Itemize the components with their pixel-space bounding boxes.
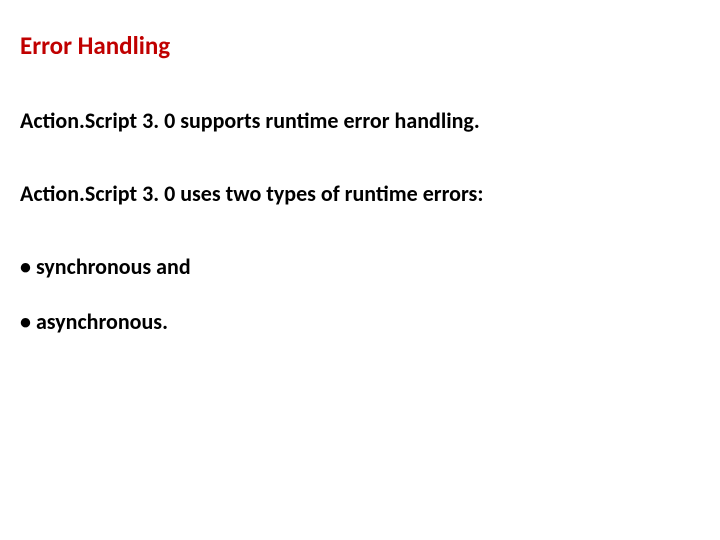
slide-title: Error Handling bbox=[20, 30, 700, 61]
bullet-marker: • bbox=[20, 253, 36, 280]
body-paragraph-2: Action.Script 3. 0 uses two types of run… bbox=[20, 180, 700, 207]
body-paragraph-1: Action.Script 3. 0 supports runtime erro… bbox=[20, 107, 700, 134]
bullet-marker: • bbox=[20, 308, 36, 335]
bullet-text: synchronous and bbox=[36, 253, 191, 280]
bullet-item-2: • asynchronous. bbox=[20, 308, 700, 335]
bullet-text: asynchronous. bbox=[36, 308, 168, 335]
bullet-item-1: • synchronous and bbox=[20, 253, 700, 280]
